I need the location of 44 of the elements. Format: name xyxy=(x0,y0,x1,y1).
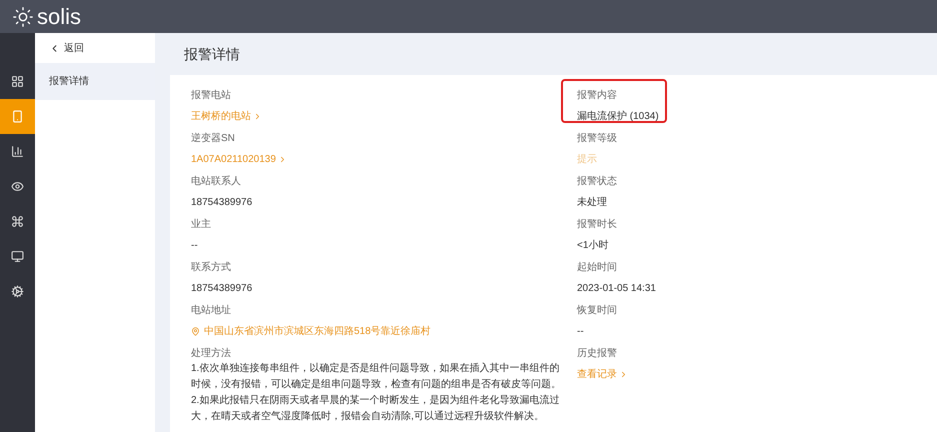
field-value: -- xyxy=(577,325,584,339)
phone-icon xyxy=(11,110,24,123)
field-value: 18754389976 xyxy=(191,196,252,210)
field-label: 报警电站 xyxy=(191,88,231,103)
field-label: 报警状态 xyxy=(577,174,617,189)
field-label: 业主 xyxy=(191,218,211,232)
field-label: 逆变器SN xyxy=(191,132,235,146)
field-label: 报警等级 xyxy=(577,132,617,146)
history-label: 历史报警 xyxy=(577,346,617,361)
grid-icon xyxy=(11,75,24,88)
field-link[interactable]: 1A07A0211020139 xyxy=(191,152,287,167)
method-paragraph: 2.如果此报错只在阴雨天或者早晨的某一个时断发生，是因为组件老化导致漏电流过大，在晴天或者空气湿度降低时，报错会自动清除,可以通过远程升级软件解决。 xyxy=(191,394,560,424)
command-icon xyxy=(11,215,24,228)
address-link[interactable]: 中国山东省滨州市滨城区东海四路518号靠近徐庙村 xyxy=(191,324,431,339)
chevron-right-icon xyxy=(253,112,262,121)
chevron-right-icon xyxy=(619,370,628,379)
back-button[interactable]: 返回 xyxy=(35,33,84,63)
monitor-icon xyxy=(11,250,24,263)
field-label: 报警内容 xyxy=(577,88,617,103)
field-value: 漏电流保护 (1034) xyxy=(577,110,659,124)
field-value: -- xyxy=(191,239,198,253)
gear-icon xyxy=(11,285,24,298)
field-label: 报警时长 xyxy=(577,218,617,232)
field-value: 2023-01-05 14:31 xyxy=(577,282,656,296)
field-label: 电站地址 xyxy=(191,304,231,318)
method-paragraph: 1.依次单独连接每串组件，以确定是否是组件问题导致，如果在插入其中一串组件的时候，没有报错，可以确定是组串问题导致，检查有问题的组串是否有破皮等问题。 xyxy=(191,362,562,392)
field-label: 起始时间 xyxy=(577,260,617,275)
bar-chart-icon xyxy=(11,145,24,158)
field-value: <1小时 xyxy=(577,238,608,253)
field-link[interactable]: 王树桥的电站 xyxy=(191,109,262,124)
logo-text: solis xyxy=(37,6,82,28)
field-value: 未处理 xyxy=(577,196,607,210)
field-value: 18754389976 xyxy=(191,282,252,296)
map-pin-icon xyxy=(191,327,200,336)
page-title: 报警详情 xyxy=(184,44,240,64)
field-label: 电站联系人 xyxy=(191,174,241,189)
method-label: 处理方法 xyxy=(191,346,231,361)
field-label: 恢复时间 xyxy=(577,304,617,318)
submenu-item[interactable]: 报警详情 xyxy=(35,63,155,100)
eye-icon xyxy=(11,180,24,193)
field-label: 联系方式 xyxy=(191,260,231,275)
field-value: 提示 xyxy=(577,153,597,167)
history-link[interactable]: 查看记录 xyxy=(577,367,628,382)
sun-logo-icon xyxy=(12,6,34,28)
